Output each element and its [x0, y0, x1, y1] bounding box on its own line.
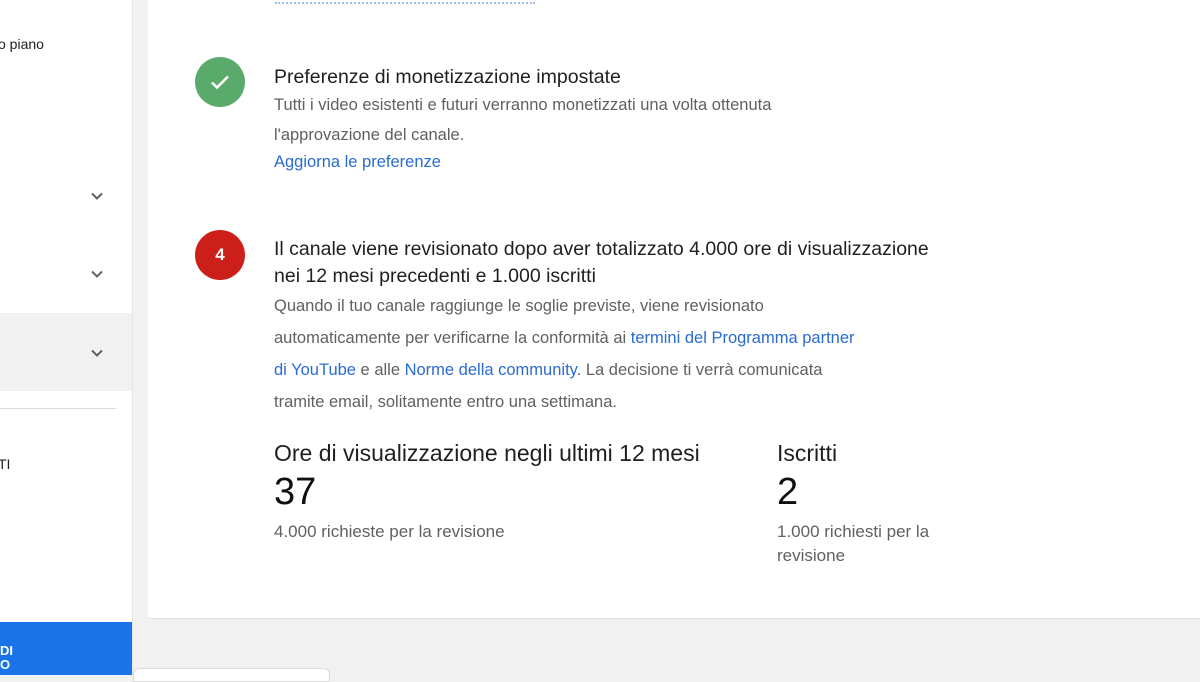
- stat-subscribers-requirement-line2: revisione: [777, 546, 846, 565]
- sidebar: o piano TI DI O: [0, 0, 133, 675]
- sidebar-action-label-line1: DI: [0, 643, 13, 658]
- step-review-desc-line2: automaticamente per verificarne la confo…: [274, 322, 1034, 354]
- step-review-desc: Quando il tuo canale raggiunge le soglie…: [274, 290, 1034, 418]
- update-preferences-link[interactable]: Aggiorna le preferenze: [274, 148, 771, 176]
- chevron-down-icon[interactable]: [87, 186, 107, 206]
- ypp-terms-link-cont[interactable]: di YouTube: [274, 361, 356, 379]
- sidebar-item-selected[interactable]: [0, 313, 132, 391]
- stat-subscribers-requirement: 1.000 richiesti per la revisione: [777, 520, 929, 568]
- step-preferences: Preferenze di monetizzazione impostate T…: [274, 64, 771, 176]
- step-review-desc-line3: di YouTube e alle Norme della community.…: [274, 354, 1034, 386]
- step-preferences-desc-line2: l'approvazione del canale.: [274, 126, 465, 144]
- chevron-down-icon[interactable]: [87, 343, 107, 363]
- step-review-desc-line2-text: automaticamente per verificarne la confo…: [274, 329, 631, 347]
- stat-watch-hours: Ore di visualizzazione negli ultimi 12 m…: [274, 440, 700, 544]
- sidebar-item-ti-label[interactable]: TI: [0, 456, 10, 472]
- step-review-desc-line1: Quando il tuo canale raggiunge le soglie…: [274, 297, 764, 315]
- bottom-tab[interactable]: [133, 668, 330, 682]
- step-review-desc-and: e alle: [355, 361, 405, 379]
- step-review-desc-line4: tramite email, solitamente entro una set…: [274, 393, 617, 411]
- sidebar-action-button[interactable]: DI O: [0, 622, 132, 675]
- step-preferences-desc: Tutti i video esistenti e futuri verrann…: [274, 90, 771, 150]
- step-preferences-desc-line1: Tutti i video esistenti e futuri verrann…: [274, 96, 772, 114]
- stat-watch-hours-requirement: 4.000 richieste per la revisione: [274, 522, 505, 541]
- stat-watch-hours-label: Ore di visualizzazione negli ultimi 12 m…: [274, 440, 700, 466]
- community-guidelines-link[interactable]: Norme della community: [405, 361, 577, 379]
- step-review-title-line2: nei 12 mesi precedenti e 1.000 iscritti: [274, 265, 596, 287]
- chevron-down-icon[interactable]: [87, 264, 107, 284]
- stat-subscribers-requirement-line1: 1.000 richiesti per la: [777, 522, 930, 541]
- step-review: Il canale viene revisionato dopo aver to…: [274, 236, 1034, 418]
- check-icon: [195, 57, 245, 107]
- ypp-terms-link[interactable]: termini del Programma partner: [631, 329, 855, 347]
- clipped-link-above[interactable]: [275, 0, 535, 4]
- stat-subscribers-label: Iscritti: [777, 440, 838, 466]
- step-review-title: Il canale viene revisionato dopo aver to…: [274, 236, 1034, 290]
- sidebar-item-plan-label[interactable]: o piano: [0, 36, 44, 52]
- sidebar-divider: [0, 408, 116, 409]
- step-review-title-line1: Il canale viene revisionato dopo aver to…: [274, 238, 929, 260]
- step-preferences-title: Preferenze di monetizzazione impostate: [274, 66, 621, 88]
- stat-subscribers: Iscritti 2 1.000 richiesti per la revisi…: [777, 440, 929, 568]
- step-number-badge: 4: [195, 230, 245, 280]
- sidebar-action-label-line2: O: [0, 657, 11, 672]
- stat-subscribers-value: 2: [777, 471, 799, 513]
- stat-watch-hours-value: 37: [274, 471, 317, 513]
- step-review-desc-line3-text: . La decisione ti verrà comunicata: [576, 361, 823, 379]
